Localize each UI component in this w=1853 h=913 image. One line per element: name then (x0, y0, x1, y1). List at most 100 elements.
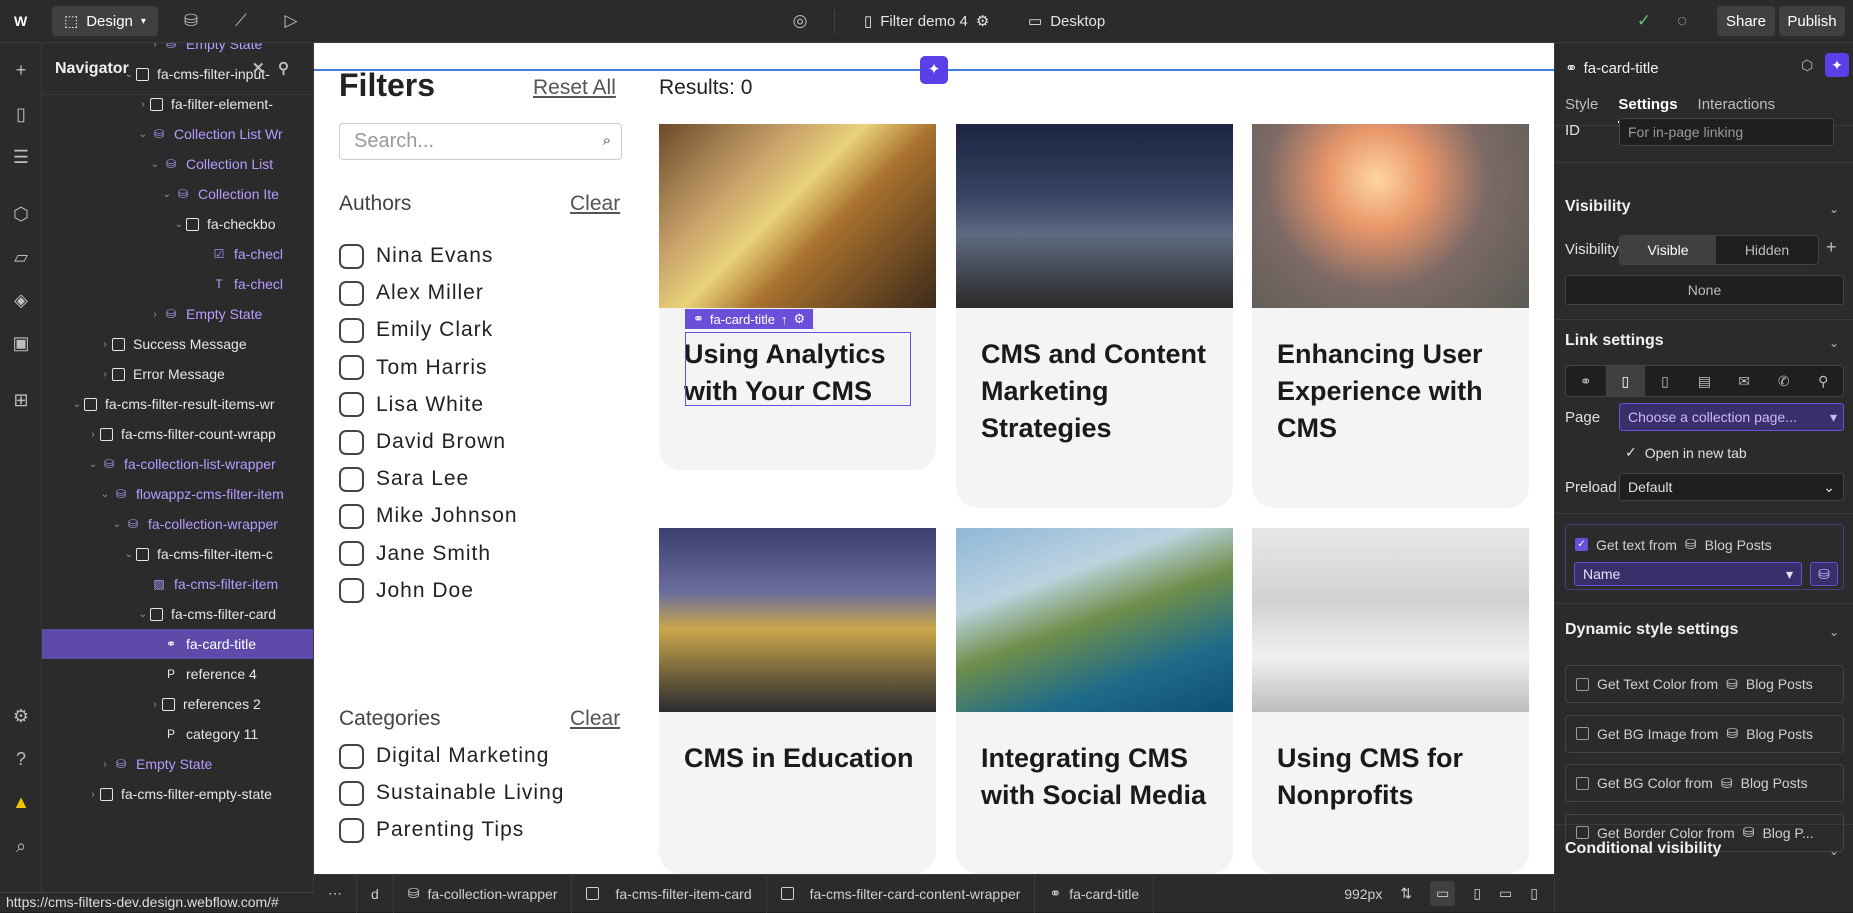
expand-chevron-icon[interactable]: › (148, 43, 162, 50)
dynamic-style-heading[interactable]: Dynamic style settings (1565, 621, 1738, 639)
dynamic-style-option[interactable]: Get BG Color from ⛁ Blog Posts (1565, 764, 1844, 802)
components-icon[interactable]: ⬡ (8, 201, 34, 227)
visible-option[interactable]: Visible (1620, 236, 1716, 264)
collection-page-link-icon[interactable]: ▤ (1685, 366, 1725, 396)
phone-link-icon[interactable]: ✆ (1764, 366, 1804, 396)
expand-chevron-icon[interactable]: ⌄ (98, 489, 112, 500)
email-link-icon[interactable]: ✉ (1724, 366, 1764, 396)
navigator-item[interactable]: › fa-filter-element- (42, 89, 313, 119)
expand-chevron-icon[interactable]: › (148, 699, 162, 710)
author-filter-checkbox[interactable]: Tom Harris (339, 353, 488, 383)
expand-chevron-icon[interactable]: › (98, 339, 112, 350)
author-filter-checkbox[interactable]: Alex Miller (339, 278, 484, 308)
get-text-checkbox[interactable]: ✓ (1575, 538, 1588, 551)
blog-card[interactable]: Using CMS for Nonprofits (1252, 528, 1529, 874)
navigator-item[interactable]: › references 2 (42, 689, 313, 719)
expand-chevron-icon[interactable]: ⌄ (172, 219, 186, 230)
search-input[interactable]: Search... ⌕ (339, 123, 622, 160)
resize-icon[interactable]: ⇅ (1400, 885, 1412, 902)
checkbox[interactable] (339, 355, 364, 381)
expand-chevron-icon[interactable]: ⌄ (70, 399, 84, 410)
analytics-icon[interactable]: ⟋ (230, 11, 252, 31)
expand-chevron-icon[interactable]: › (98, 369, 112, 380)
share-button[interactable]: Share (1717, 6, 1775, 36)
selected-element-label[interactable]: ⚭ fa-card-title ↑ ⚙ (685, 309, 814, 329)
expand-chevron-icon[interactable]: › (86, 789, 100, 800)
card-title[interactable]: Integrating CMS with Social Media (981, 740, 1213, 814)
category-filter-checkbox[interactable]: Digital Marketing (339, 741, 549, 771)
hidden-option[interactable]: Hidden (1716, 236, 1818, 264)
breadcrumb-item[interactable]: d (357, 874, 394, 913)
link-settings-heading[interactable]: Link settings (1565, 332, 1664, 350)
open-new-tab-checkbox[interactable]: ✓ Open in new tab (1625, 444, 1747, 461)
mode-switcher-button[interactable]: ⬚ Design ▾ (52, 6, 158, 36)
navigator-item[interactable]: ⌄ fa-cms-filter-item-c (42, 539, 313, 569)
phone-icon[interactable]: ▯ (1530, 885, 1538, 902)
navigator-item[interactable]: ⌄ ⛁ flowappz-cms-filter-item (42, 479, 313, 509)
navigator-item[interactable]: ⌄ ⛁ Collection List Wr (42, 119, 313, 149)
card-title[interactable]: Enhancing User Experience with CMS (1277, 336, 1509, 447)
checkbox[interactable] (339, 817, 364, 843)
checkbox[interactable] (1576, 776, 1589, 790)
preview-play-icon[interactable]: ▷ (280, 11, 302, 31)
navigator-item[interactable]: ⌄ fa-checkbo (42, 209, 313, 239)
navigator-item[interactable]: › Error Message (42, 359, 313, 389)
variables-icon[interactable]: ◈ (8, 287, 34, 313)
navigator-item[interactable]: ⌄ fa-cms-filter-card (42, 599, 313, 629)
blog-card[interactable]: Integrating CMS with Social Media (956, 528, 1233, 874)
checkbox[interactable] (1576, 727, 1589, 740)
breadcrumb-item[interactable]: fa-cms-filter-item-card (572, 874, 767, 913)
navigator-item[interactable]: Pcategory 11 (42, 719, 313, 749)
author-filter-checkbox[interactable]: Lisa White (339, 390, 484, 420)
add-icon[interactable]: + (8, 57, 34, 83)
checkbox[interactable] (339, 541, 364, 567)
author-filter-checkbox[interactable]: David Brown (339, 427, 506, 457)
breadcrumb-item[interactable]: fa-cms-filter-card-content-wrapper (767, 874, 1036, 913)
card-title[interactable]: CMS in Education (684, 740, 916, 777)
navigator-item[interactable]: › ⛁ Empty State (42, 749, 313, 779)
arrow-up-icon[interactable]: ↑ (781, 312, 788, 327)
checkbox[interactable] (339, 317, 364, 343)
warning-icon[interactable]: ▲ (8, 789, 34, 815)
card-title[interactable]: CMS and Content Marketing Strategies (981, 336, 1213, 447)
navigator-item[interactable]: ⌄ fa-cms-filter-result-items-wr (42, 389, 313, 419)
conditional-visibility-heading[interactable]: Conditional visibility (1565, 840, 1721, 858)
id-field[interactable]: For in-page linking (1619, 118, 1834, 146)
checkbox[interactable] (339, 243, 364, 269)
author-filter-checkbox[interactable]: Nina Evans (339, 241, 493, 271)
expand-chevron-icon[interactable]: › (136, 99, 150, 110)
desktop-breakpoint-icon[interactable]: ▭ (1430, 881, 1456, 906)
author-filter-checkbox[interactable]: Jane Smith (339, 539, 491, 569)
navigator-item[interactable]: ▨ fa-cms-filter-item (42, 569, 313, 599)
design-canvas[interactable]: ✦ Filters Reset All Results: 0 Search...… (314, 43, 1554, 874)
page-select[interactable]: Choose a collection page... ▾ (1619, 403, 1844, 431)
checkbox[interactable] (339, 743, 364, 769)
check-icon[interactable]: ✓ (1633, 11, 1655, 31)
navigator-item[interactable]: › ⛁ Empty State (42, 299, 313, 329)
cms-icon[interactable]: ▱ (8, 244, 34, 270)
expand-chevron-icon[interactable]: ⌄ (148, 159, 162, 170)
section-link-icon[interactable]: ▯ (1645, 366, 1685, 396)
checkbox[interactable] (339, 780, 364, 806)
breadcrumb-item[interactable]: ⚭ fa-card-title (1035, 874, 1155, 913)
authors-clear-link[interactable]: Clear (570, 192, 620, 216)
breakpoint-selector[interactable]: ▭ Desktop (1028, 12, 1105, 31)
navigator-item[interactable]: ☑ fa-checl (42, 239, 313, 269)
author-filter-checkbox[interactable]: Sara Lee (339, 464, 469, 494)
checkbox[interactable] (339, 429, 364, 455)
navigator-icon[interactable]: ☰ (8, 144, 34, 170)
cms-binding-icon[interactable]: ⛁ (1810, 562, 1838, 586)
card-title[interactable]: Using CMS for Nonprofits (1277, 740, 1509, 814)
search-icon[interactable]: ⌕ (8, 833, 34, 859)
reset-all-link[interactable]: Reset All (533, 76, 616, 100)
checkbox[interactable] (1576, 677, 1589, 691)
tablet-icon[interactable]: ▯ (1473, 885, 1481, 902)
webflow-logo-icon[interactable]: W (14, 13, 27, 29)
help-icon[interactable]: ? (8, 746, 34, 772)
author-filter-checkbox[interactable]: John Doe (339, 576, 474, 606)
blog-card[interactable]: CMS and Content Marketing Strategies (956, 124, 1233, 508)
publish-button[interactable]: Publish (1779, 6, 1845, 36)
expand-chevron-icon[interactable]: ⌄ (122, 549, 136, 560)
blog-card[interactable]: Enhancing User Experience with CMS (1252, 124, 1529, 508)
chevron-down-icon[interactable]: ⌄ (1829, 844, 1839, 858)
